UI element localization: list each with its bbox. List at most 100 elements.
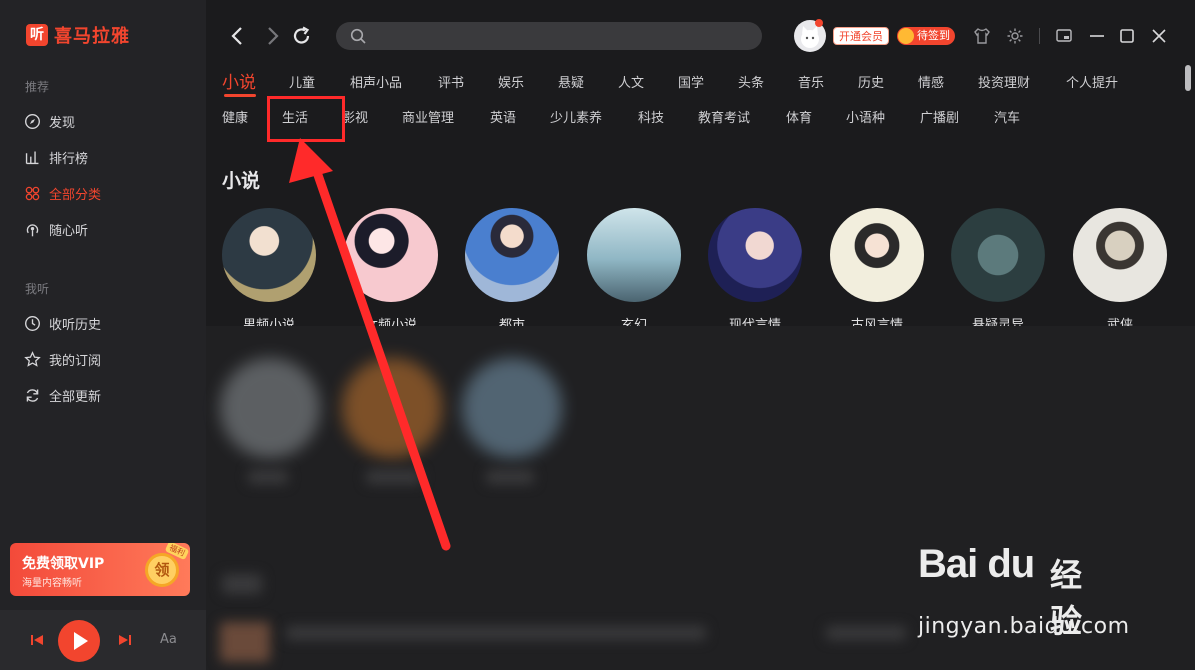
blurred-thumbnail — [220, 622, 270, 662]
blurred-heading — [222, 574, 262, 594]
sidebar-item-label: 排行榜 — [49, 151, 89, 167]
notification-dot — [815, 19, 823, 27]
skin-shirt-icon[interactable] — [973, 27, 991, 45]
sidebar-item-all-categories[interactable]: 全部分类 — [24, 183, 101, 203]
play-button[interactable] — [58, 620, 100, 662]
category-tab[interactable]: 科技 — [638, 107, 664, 126]
next-icon[interactable] — [118, 633, 132, 647]
cover-image — [1073, 208, 1167, 302]
sidebar-item-label: 发现 — [49, 115, 76, 131]
gear-icon[interactable] — [1006, 27, 1024, 45]
section-title: 小说 — [222, 170, 261, 192]
logo-badge: 听 — [26, 24, 48, 46]
toolbar-divider — [1039, 28, 1040, 44]
maximize-icon[interactable] — [1118, 27, 1136, 45]
category-tab[interactable]: 情感 — [918, 72, 944, 91]
subcategory-item[interactable]: 玄幻 — [587, 208, 681, 333]
category-tab[interactable]: 体育 — [786, 107, 812, 126]
checkin-label: 待签到 — [917, 29, 950, 42]
blurred-row-meta — [826, 626, 906, 640]
checkin-button[interactable]: 待签到 — [897, 27, 955, 45]
sidebar-item-label: 我的订阅 — [49, 353, 102, 369]
broadcast-icon — [26, 223, 39, 236]
sidebar-item-subscriptions[interactable]: 我的订阅 — [24, 349, 101, 369]
category-tab[interactable]: 悬疑 — [558, 72, 584, 91]
category-tab[interactable]: 音乐 — [798, 72, 824, 91]
subcategory-item[interactable]: 都市 — [465, 208, 559, 333]
refresh-icon — [26, 388, 39, 402]
category-tab[interactable]: 儿童 — [289, 72, 315, 91]
sidebar-item-label: 全部分类 — [49, 187, 102, 203]
blurred-row-text — [286, 626, 706, 640]
cover-image — [830, 208, 924, 302]
category-tab[interactable]: 人文 — [618, 72, 644, 91]
cover-image — [222, 208, 316, 302]
search-input[interactable] — [336, 22, 762, 50]
category-tab[interactable]: 头条 — [738, 72, 764, 91]
subcategory-item[interactable]: 现代言情 — [708, 208, 802, 333]
sidebar-item-discover[interactable]: 发现 — [24, 111, 75, 131]
blurred-cover — [220, 358, 320, 458]
category-tab[interactable]: 评书 — [438, 72, 464, 91]
vip-claim-coin[interactable]: 领 — [145, 553, 179, 587]
clock-icon — [25, 315, 40, 331]
font-size-button[interactable]: Aa — [160, 632, 177, 647]
sidebar-item-updates[interactable]: 全部更新 — [24, 385, 101, 405]
search-icon — [350, 28, 366, 44]
category-tab[interactable]: 商业管理 — [402, 107, 454, 126]
active-tab-underline — [224, 94, 256, 97]
category-tab[interactable]: 小语种 — [846, 107, 885, 126]
blurred-label — [248, 470, 288, 484]
sidebar-section-recommend: 推荐 — [25, 80, 50, 94]
minimize-icon[interactable] — [1088, 27, 1106, 45]
sidebar-item-label: 全部更新 — [49, 389, 102, 405]
category-tab[interactable]: 健康 — [222, 107, 248, 126]
annotation-highlight-box — [267, 96, 345, 142]
category-tab[interactable]: 个人提升 — [1066, 72, 1118, 91]
reload-icon[interactable] — [292, 25, 312, 47]
watermark-url: jingyan.baidu.com — [918, 614, 1130, 639]
blurred-cover — [342, 358, 442, 458]
app-logo[interactable]: 听 喜马拉雅 — [26, 22, 130, 48]
open-membership-button[interactable]: 开通会员 — [833, 27, 889, 45]
vip-subtitle: 海量内容畅听 — [22, 578, 82, 589]
category-tab[interactable]: 国学 — [678, 72, 704, 91]
sidebar-section-mine: 我听 — [25, 282, 50, 296]
cover-image — [951, 208, 1045, 302]
category-tab[interactable]: 教育考试 — [698, 107, 750, 126]
subcategory-item[interactable]: 男频小说 — [222, 208, 316, 333]
category-tab[interactable]: 相声小品 — [350, 72, 402, 91]
subcategory-item[interactable]: 女频小说 — [344, 208, 438, 333]
forward-icon[interactable] — [262, 25, 282, 47]
category-tab[interactable]: 广播剧 — [920, 107, 959, 126]
category-tab[interactable]: 投资理财 — [978, 72, 1030, 91]
category-tab[interactable]: 影视 — [342, 107, 368, 126]
vip-promo-card[interactable]: 免费领取VIP 海量内容畅听 领 福利 — [10, 543, 190, 596]
category-tab[interactable]: 小说 — [222, 68, 256, 93]
baidu-watermark: Bai du 经验 jingyan.baidu.com — [918, 542, 1129, 640]
subcategory-item[interactable]: 武侠 — [1073, 208, 1167, 333]
subcategory-item[interactable]: 古风言情 — [830, 208, 924, 333]
watermark-brand: Bai du — [918, 542, 1035, 586]
category-tab[interactable]: 历史 — [858, 72, 884, 91]
cover-image — [465, 208, 559, 302]
cover-image — [344, 208, 438, 302]
category-tab[interactable]: 娱乐 — [498, 72, 524, 91]
category-tab[interactable]: 英语 — [490, 107, 516, 126]
category-tab[interactable]: 汽车 — [994, 107, 1020, 126]
category-tab[interactable]: 少儿素养 — [550, 107, 602, 126]
sidebar-item-random-listen[interactable]: 随心听 — [24, 219, 88, 239]
previous-icon[interactable] — [30, 633, 44, 647]
back-icon[interactable] — [228, 25, 248, 47]
scrollbar-thumb[interactable] — [1185, 65, 1191, 91]
sidebar-item-history[interactable]: 收听历史 — [24, 313, 101, 333]
vip-title: 免费领取VIP — [22, 556, 105, 572]
close-icon[interactable] — [1150, 27, 1168, 45]
blurred-label — [486, 470, 534, 484]
mini-player-icon[interactable] — [1055, 27, 1073, 45]
blurred-label — [366, 470, 422, 484]
subcategory-item[interactable]: 悬疑灵异 — [951, 208, 1045, 333]
coin-icon — [898, 28, 914, 44]
blurred-cover — [462, 358, 562, 458]
sidebar-item-ranking[interactable]: 排行榜 — [24, 147, 88, 167]
